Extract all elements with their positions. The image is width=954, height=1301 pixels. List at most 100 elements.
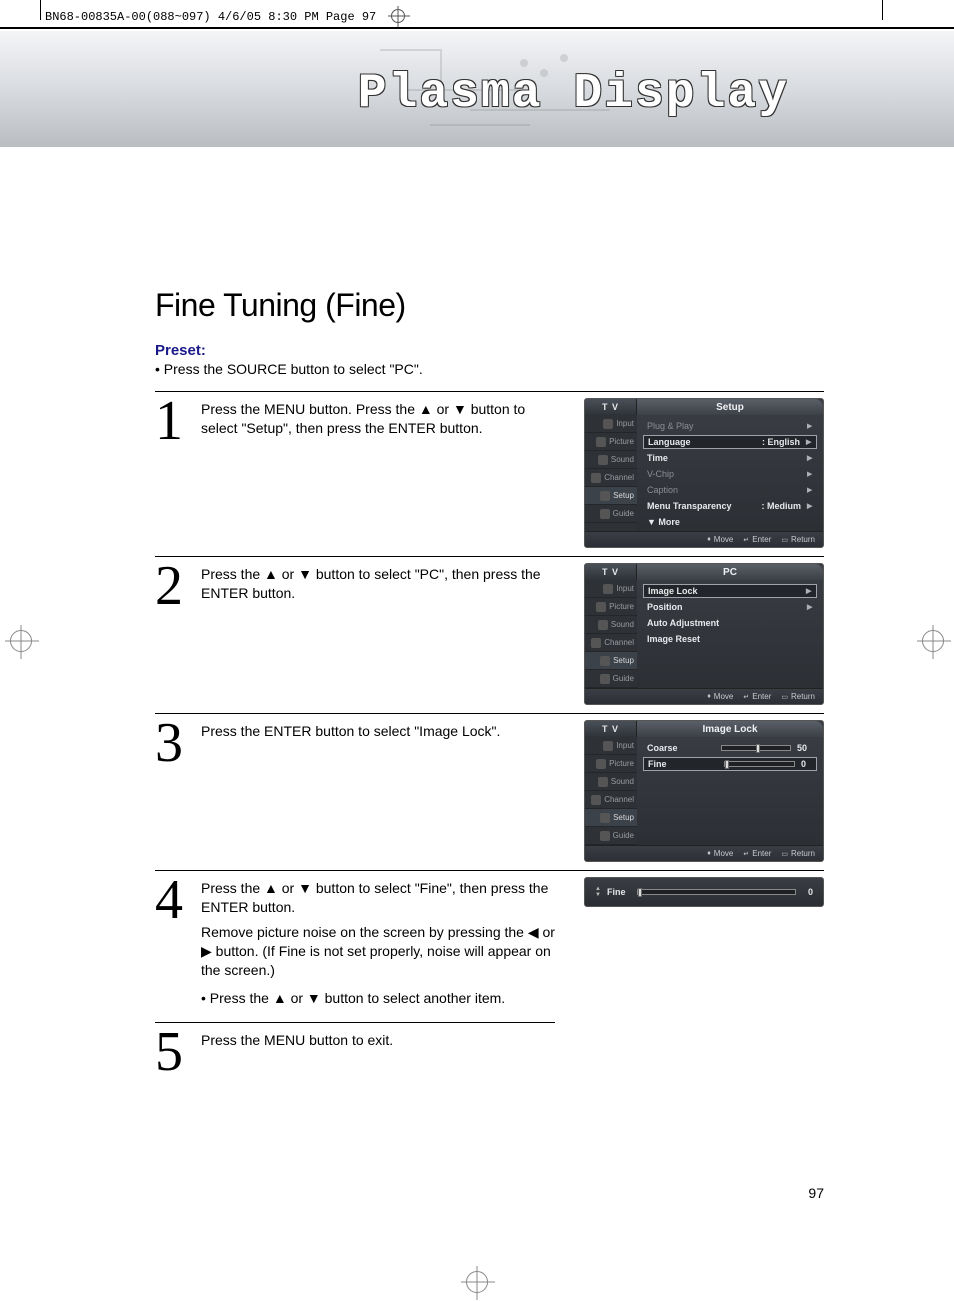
fine-slider[interactable]: [637, 889, 796, 895]
updown-arrows-icon: ▲▼: [595, 886, 601, 898]
registration-mark-icon: [10, 630, 32, 652]
osd-item-label: Fine: [648, 759, 718, 769]
preset-label: Preset:: [155, 342, 824, 359]
osd-source: T V: [585, 399, 637, 415]
step-text: Press the ▲ or ▼ button to select "PC", …: [201, 563, 561, 705]
osd-slider[interactable]: [721, 745, 791, 751]
osd-item-value: 50: [797, 743, 807, 753]
step-text: Press the ENTER button to select "Image …: [201, 720, 561, 862]
section-title: Fine Tuning (Fine): [155, 287, 824, 324]
preset-instruction: • Press the SOURCE button to select "PC"…: [155, 361, 824, 377]
osd-item-label: Language: [648, 437, 762, 447]
input-icon: [603, 584, 613, 594]
osd-nav-setup[interactable]: Setup: [585, 652, 637, 670]
step-5: 5 Press the MENU button to exit.: [155, 1022, 555, 1077]
osd-nav-setup[interactable]: Setup: [585, 809, 637, 827]
osd-item-label: Coarse: [647, 743, 715, 753]
osd-nav-picture[interactable]: Picture: [585, 598, 637, 616]
registration-mark-icon: [466, 1271, 488, 1293]
osd-item-label: Auto Adjustment: [647, 618, 813, 628]
picture-icon: [596, 437, 606, 447]
osd-menu-item[interactable]: Language: English ▶: [643, 435, 817, 449]
setup-icon: [600, 491, 610, 501]
chevron-right-icon: ▶: [806, 438, 812, 446]
osd-nav-channel[interactable]: Channel: [585, 469, 637, 487]
osd-nav-channel[interactable]: Channel: [585, 791, 637, 809]
osd-footer: ♦Move ↵Enter ▭Return: [585, 531, 823, 547]
osd-nav-picture[interactable]: Picture: [585, 433, 637, 451]
osd-title: Image Lock: [637, 721, 823, 737]
step-number: 4: [155, 877, 191, 1014]
step-text: Press the MENU button. Press the ▲ or ▼ …: [201, 398, 561, 548]
chevron-right-icon: ▶: [807, 603, 813, 611]
osd-nav-guide[interactable]: Guide: [585, 505, 637, 523]
osd-item-label: Position: [647, 602, 807, 612]
osd-menu-item[interactable]: Fine 0: [643, 757, 817, 771]
step-text-line: Press the MENU button. Press the ▲ or ▼ …: [201, 400, 561, 438]
osd-item-value: 0: [801, 759, 806, 769]
osd-menu-item[interactable]: Auto Adjustment: [643, 616, 817, 630]
osd-nav-guide[interactable]: Guide: [585, 827, 637, 845]
osd-menu-item[interactable]: Image Lock▶: [643, 584, 817, 598]
osd-item-label: Caption: [647, 485, 807, 495]
osd-menu-item[interactable]: Time▶: [643, 451, 817, 465]
osd-setup: T V Setup Input Picture Sound Channel Se…: [584, 398, 824, 548]
osd-nav-guide[interactable]: Guide: [585, 670, 637, 688]
channel-icon: [591, 473, 601, 483]
move-icon: ♦: [707, 693, 711, 700]
step-text-line: Press the ▲ or ▼ button to select "Fine"…: [201, 879, 561, 917]
osd-item-label: Time: [647, 453, 807, 463]
step-number: 3: [155, 720, 191, 862]
osd-menu-item[interactable]: V-Chip▶: [643, 467, 817, 481]
osd-nav-setup[interactable]: Setup: [585, 487, 637, 505]
osd-item-label: Image Reset: [647, 634, 813, 644]
osd-list: Coarse 50 Fine 0: [637, 737, 823, 845]
step-1: 1 Press the MENU button. Press the ▲ or …: [155, 391, 824, 548]
osd-item-value: : English: [762, 437, 800, 447]
chevron-right-icon: ▶: [807, 422, 813, 430]
step-text: Press the ▲ or ▼ button to select "Fine"…: [201, 877, 561, 1014]
crop-mark: [40, 0, 41, 20]
osd-menu-item[interactable]: Caption▶: [643, 483, 817, 497]
osd-menu-item[interactable]: Menu Transparency: Medium▶: [643, 499, 817, 513]
picture-icon: [596, 602, 606, 612]
registration-mark-icon: [391, 9, 405, 23]
osd-slider[interactable]: [724, 761, 796, 767]
osd-footer: ♦Move ↵Enter ▭Return: [585, 688, 823, 704]
enter-icon: ↵: [743, 536, 749, 544]
return-icon: ▭: [781, 536, 788, 544]
osd-menu-item[interactable]: Position▶: [643, 600, 817, 614]
osd-menu-item[interactable]: Coarse 50: [643, 741, 817, 755]
move-icon: ♦: [707, 850, 711, 857]
step-3: 3 Press the ENTER button to select "Imag…: [155, 713, 824, 862]
return-icon: ▭: [781, 850, 788, 858]
osd-nav-sound[interactable]: Sound: [585, 773, 637, 791]
osd-nav-input[interactable]: Input: [585, 580, 637, 598]
step-2: 2 Press the ▲ or ▼ button to select "PC"…: [155, 556, 824, 705]
chevron-right-icon: ▶: [807, 486, 813, 494]
sound-icon: [598, 777, 608, 787]
osd-nav-sound[interactable]: Sound: [585, 451, 637, 469]
chevron-right-icon: ▶: [807, 470, 813, 478]
input-icon: [603, 419, 613, 429]
print-header: BN68-00835A-00(088~097) 4/6/05 8:30 PM P…: [0, 0, 954, 24]
step-text: Press the MENU button to exit.: [201, 1029, 561, 1077]
osd-nav-input[interactable]: Input: [585, 415, 637, 433]
osd-nav-sound[interactable]: Sound: [585, 616, 637, 634]
osd-menu-item[interactable]: Image Reset: [643, 632, 817, 646]
guide-icon: [600, 831, 610, 841]
osd-item-label: Menu Transparency: [647, 501, 762, 511]
sound-icon: [598, 620, 608, 630]
osd-title: Setup: [637, 399, 823, 415]
osd-nav-picture[interactable]: Picture: [585, 755, 637, 773]
osd-nav: Input Picture Sound Channel Setup Guide: [585, 580, 637, 688]
osd-menu-item[interactable]: Plug & Play▶: [643, 419, 817, 433]
osd-list: Plug & Play▶Language: English▶Time▶V-Chi…: [637, 415, 823, 531]
sound-icon: [598, 455, 608, 465]
osd-nav-channel[interactable]: Channel: [585, 634, 637, 652]
osd-menu-item[interactable]: ▼ More: [643, 515, 817, 529]
step-text-line: Press the ENTER button to select "Image …: [201, 722, 561, 741]
osd-nav-input[interactable]: Input: [585, 737, 637, 755]
guide-icon: [600, 509, 610, 519]
step-text-line: • Press the ▲ or ▼ button to select anot…: [201, 989, 561, 1008]
